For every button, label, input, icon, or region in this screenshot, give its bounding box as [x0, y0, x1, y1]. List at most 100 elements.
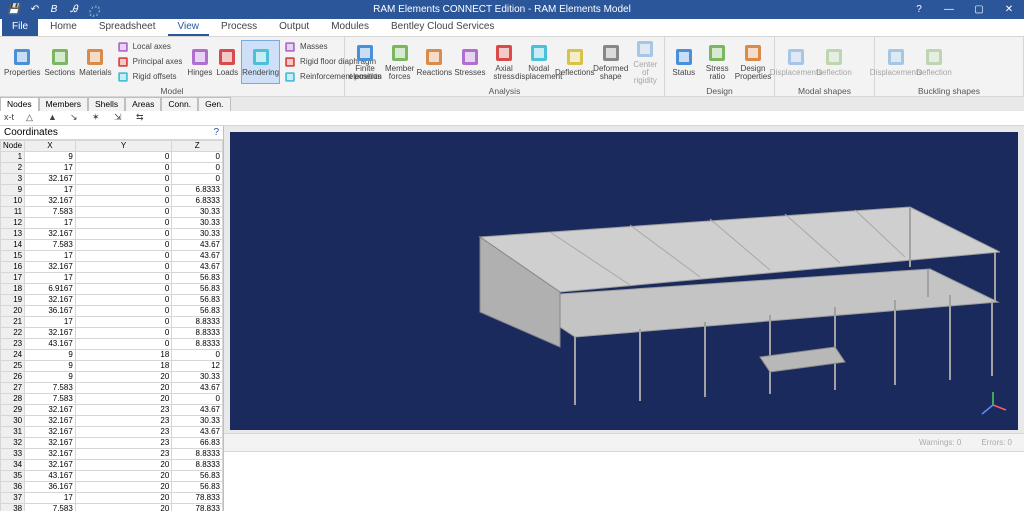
tab-modules[interactable]: Modules — [321, 19, 379, 36]
cell-node[interactable]: 34 — [1, 460, 25, 471]
cell-value[interactable]: 56.83 — [172, 273, 223, 284]
member-forces-button[interactable]: Member forces — [384, 40, 415, 84]
cell-node[interactable]: 16 — [1, 262, 25, 273]
cell-value[interactable]: 0 — [172, 394, 223, 405]
tab-bentley-cloud-services[interactable]: Bentley Cloud Services — [381, 19, 504, 36]
tab-spreadsheet[interactable]: Spreadsheet — [89, 19, 166, 36]
local-axes-button[interactable]: Local axes — [115, 40, 185, 54]
cell-value[interactable]: 43.67 — [172, 262, 223, 273]
cell-value[interactable]: 23 — [75, 405, 172, 416]
cell-node[interactable]: 26 — [1, 372, 25, 383]
table-row[interactable]: 3332.167238.8333 — [1, 449, 223, 460]
cell-value[interactable]: 0 — [75, 262, 172, 273]
cell-node[interactable]: 9 — [1, 185, 25, 196]
table-row[interactable]: 3636.1672056.83 — [1, 482, 223, 493]
cell-value[interactable]: 0 — [75, 163, 172, 174]
cell-value[interactable]: 0 — [75, 284, 172, 295]
cell-value[interactable]: 6.8333 — [172, 185, 223, 196]
axis-gizmo-icon[interactable] — [978, 390, 1008, 420]
reactions-button[interactable]: Reactions — [417, 40, 451, 84]
principal-axes-button[interactable]: Principal axes — [115, 55, 185, 69]
cell-value[interactable]: 18 — [75, 361, 172, 372]
cell-node[interactable]: 10 — [1, 196, 25, 207]
cell-value[interactable]: 30.33 — [172, 229, 223, 240]
cell-value[interactable]: 0 — [75, 317, 172, 328]
stress-ratio-button[interactable]: Stress ratio — [702, 40, 734, 84]
cell-value[interactable]: 9 — [25, 152, 76, 163]
table-row[interactable]: 3543.1672056.83 — [1, 471, 223, 482]
cell-value[interactable]: 0 — [75, 229, 172, 240]
italic-icon[interactable]: Ꭿ — [68, 4, 80, 16]
cell-value[interactable]: 17 — [25, 493, 76, 504]
node-icon[interactable]: △ — [26, 112, 38, 124]
tab-file[interactable]: File — [2, 19, 38, 36]
table-row[interactable]: 186.9167056.83 — [1, 284, 223, 295]
cell-value[interactable]: 56.83 — [172, 471, 223, 482]
axes-icon[interactable]: ✶ — [92, 112, 104, 124]
3d-viewport[interactable] — [224, 126, 1024, 433]
cell-value[interactable]: 32.167 — [25, 229, 76, 240]
table-row[interactable]: 37172078.833 — [1, 493, 223, 504]
style-icon[interactable]: ꙰ — [88, 4, 100, 16]
cell-node[interactable]: 23 — [1, 339, 25, 350]
cell-value[interactable]: 32.167 — [25, 438, 76, 449]
cell-value[interactable]: 6.9167 — [25, 284, 76, 295]
restraint-icon[interactable]: ▲ — [48, 112, 60, 124]
cell-value[interactable]: 7.583 — [25, 240, 76, 251]
table-row[interactable]: 91706.8333 — [1, 185, 223, 196]
cell-value[interactable]: 36.167 — [25, 482, 76, 493]
cell-node[interactable]: 29 — [1, 405, 25, 416]
cell-value[interactable]: 0 — [172, 163, 223, 174]
cell-value[interactable]: 8.8333 — [172, 328, 223, 339]
cell-value[interactable]: 8.8333 — [172, 339, 223, 350]
cell-value[interactable]: 8.8333 — [172, 449, 223, 460]
table-row[interactable]: 1632.167043.67 — [1, 262, 223, 273]
table-row[interactable]: 3232.1672366.83 — [1, 438, 223, 449]
cell-value[interactable]: 66.83 — [172, 438, 223, 449]
cell-value[interactable]: 56.83 — [172, 284, 223, 295]
cell-node[interactable]: 11 — [1, 207, 25, 218]
stresses-button[interactable]: Stresses — [453, 40, 486, 84]
table-row[interactable]: 332.16700 — [1, 174, 223, 185]
cell-value[interactable]: 30.33 — [172, 416, 223, 427]
cell-node[interactable]: 1 — [1, 152, 25, 163]
cell-value[interactable]: 7.583 — [25, 383, 76, 394]
cell-node[interactable]: 20 — [1, 306, 25, 317]
cell-node[interactable]: 21 — [1, 317, 25, 328]
cell-value[interactable]: 0 — [75, 207, 172, 218]
cell-value[interactable]: 17 — [25, 218, 76, 229]
cell-value[interactable]: 0 — [75, 251, 172, 262]
tab-view[interactable]: View — [168, 19, 210, 36]
cell-node[interactable]: 22 — [1, 328, 25, 339]
table-row[interactable]: 387.5832078.833 — [1, 504, 223, 511]
bold-icon[interactable]: B — [48, 4, 60, 16]
cell-value[interactable]: 43.67 — [172, 383, 223, 394]
cell-node[interactable]: 19 — [1, 295, 25, 306]
status-button[interactable]: Status — [668, 40, 700, 84]
cell-node[interactable]: 18 — [1, 284, 25, 295]
cell-value[interactable]: 43.67 — [172, 405, 223, 416]
table-row[interactable]: 277.5832043.67 — [1, 383, 223, 394]
help-icon[interactable]: ? — [213, 127, 219, 138]
cell-node[interactable]: 31 — [1, 427, 25, 438]
cell-node[interactable]: 33 — [1, 449, 25, 460]
subtab-areas[interactable]: Areas — [125, 97, 161, 111]
hinges-button[interactable]: Hinges — [186, 40, 213, 84]
table-row[interactable]: 1332.167030.33 — [1, 229, 223, 240]
cell-value[interactable]: 0 — [75, 295, 172, 306]
cell-node[interactable]: 35 — [1, 471, 25, 482]
arrow-icon[interactable]: ↘ — [70, 112, 82, 124]
cell-value[interactable]: 12 — [172, 361, 223, 372]
materials-button[interactable]: Materials — [78, 40, 112, 84]
loads-button[interactable]: Loads — [215, 40, 239, 84]
cell-value[interactable]: 8.8333 — [172, 317, 223, 328]
cell-node[interactable]: 3 — [1, 174, 25, 185]
cell-value[interactable]: 0 — [172, 152, 223, 163]
cell-node[interactable]: 36 — [1, 482, 25, 493]
subtab-shells[interactable]: Shells — [88, 97, 125, 111]
cell-node[interactable]: 37 — [1, 493, 25, 504]
coordinates-table[interactable]: NodeXYZ 190021700332.1670091706.83331032… — [0, 140, 223, 511]
cell-node[interactable]: 15 — [1, 251, 25, 262]
cell-value[interactable]: 20 — [75, 394, 172, 405]
cell-value[interactable]: 23 — [75, 438, 172, 449]
